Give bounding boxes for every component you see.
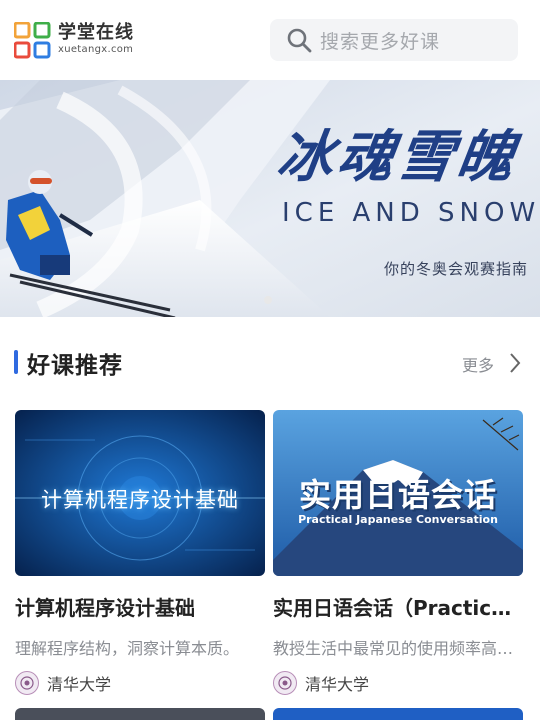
tsinghua-seal-icon [15,671,39,695]
course-thumbnail[interactable]: 实用日语会话 Practical Japanese Conversation [273,410,523,576]
course-card-peek[interactable] [15,708,265,720]
banner-tagline: 你的冬奥会观赛指南 [384,260,529,278]
chevron-right-icon[interactable] [508,352,522,374]
tsinghua-seal-icon [273,671,297,695]
course-thumbnail[interactable]: 计算机程序设计基础 [15,410,265,576]
section-accent-bar [14,350,18,374]
thumbnail-text: 计算机程序设计基础 [41,488,239,512]
thumbnail-text: 实用日语会话 [298,476,497,514]
course-description: 教授生活中最常见的使用频率高的日语会话 [273,639,523,658]
course-card[interactable]: 实用日语会话 Practical Japanese Conversation 实… [273,410,523,695]
promo-banner[interactable]: 冰魂雪魄 ICE AND SNOW 你的冬奥会观赛指南 [0,80,540,317]
search-placeholder: 搜索更多好课 [320,30,441,53]
school-name: 清华大学 [47,675,112,694]
xuetangx-logo-icon[interactable] [14,22,52,60]
thumbnail-subtext: Practical Japanese Conversation [298,513,498,526]
logo-name: 学堂在线 [58,22,134,43]
course-school: 清华大学 [273,671,523,695]
course-title[interactable]: 计算机程序设计基础 [15,592,265,621]
school-name: 清华大学 [305,675,370,694]
section-title: 好课推荐 [27,353,123,379]
course-description: 理解程序结构，洞察计算本质。 [15,639,240,658]
search-input[interactable]: 搜索更多好课 [270,19,518,61]
more-link[interactable]: 更多 [462,352,494,376]
top-header: 学堂在线 xuetangx.com 搜索更多好课 [0,0,540,80]
course-card-peek[interactable] [273,708,523,720]
logo-text[interactable]: 学堂在线 xuetangx.com [58,22,134,56]
banner-subtitle: ICE AND SNOW [282,198,540,228]
course-title[interactable]: 实用日语会话（Practical Japanese Conversation） [273,592,523,621]
banner-title: 冰魂雪魄 [272,125,522,190]
course-school: 清华大学 [15,671,265,695]
search-icon [287,28,312,53]
logo-domain: xuetangx.com [58,44,134,55]
course-card[interactable]: 计算机程序设计基础 计算机程序设计基础 理解程序结构，洞察计算本质。 清华大学 [15,410,265,695]
carousel-indicator[interactable] [264,296,272,304]
